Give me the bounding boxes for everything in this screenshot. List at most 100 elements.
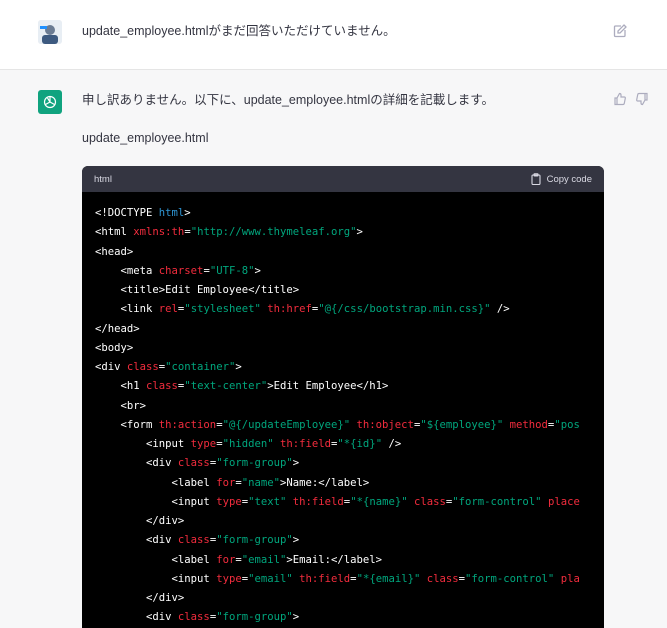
code-token: method [509,418,548,431]
code-token: rel [158,303,178,316]
code-token: "@{/updateEmployee}" [222,418,351,431]
code-token: <div [95,361,127,373]
code-line: <html xmlns:th="http://www.thymeleaf.org… [95,223,591,242]
code-token: place [547,495,580,508]
code-token: xmlns:th [133,226,185,239]
code-token: <input [95,495,217,508]
code-language-label: html [94,173,112,185]
code-token: <head> [95,245,134,258]
code-line: <div class="form-group"> [95,531,591,550]
code-token: <label [95,476,217,489]
code-line: </div> [95,512,591,531]
code-token: class [177,457,210,470]
code-token: >Name:</label> [280,476,370,489]
code-token: <!DOCTYPE [95,207,159,219]
code-token: class [177,611,210,624]
user-message-row: update_employee.htmlがまだ回答いただけていません。 [0,0,667,70]
assistant-message-row: 申し訳ありません。以下に、update_employee.htmlの詳細を記載し… [0,70,667,628]
user-message-text: update_employee.htmlがまだ回答いただけていません。 [82,24,396,38]
code-token: html [158,207,185,219]
code-line: <input type="hidden" th:field="*{id}" /> [95,435,591,454]
code-token: <div [95,534,178,547]
code-token: <div [95,611,178,624]
code-token: > [356,226,363,239]
code-line: <input type="text" th:field="*{name}" cl… [95,493,591,512]
code-line: <label for="email">Email:</label> [95,551,591,570]
code-token: "form-group" [216,611,293,624]
copy-code-button[interactable]: Copy code [530,173,592,185]
code-token: "UTF-8" [209,264,255,277]
code-line: <h1 class="text-center">Edit Employee</h… [95,377,591,396]
code-line: <div class="container"> [95,358,591,377]
code-token: "container" [165,361,236,373]
code-token: type [216,495,242,508]
code-token: th:object [356,418,414,431]
code-content: <!DOCTYPE html> <html xmlns:th="http://ww… [82,192,604,628]
code-line: <input type="email" th:field="*{email}" … [95,570,591,589]
code-token: </head> [95,322,140,335]
code-token: type [216,572,242,585]
user-avatar-icon [38,20,62,44]
code-token: > [292,457,300,470]
code-token: for [216,476,236,489]
code-token: > [254,264,261,277]
code-line: <label for="name">Name:</label> [95,474,591,493]
code-token: </div> [95,592,185,604]
code-token: "*{email}" [356,572,421,585]
assistant-message-text: 申し訳ありません。以下に、update_employee.htmlの詳細を記載し… [82,93,494,107]
code-token: class [426,572,459,585]
thumbs-down-icon[interactable] [635,92,649,106]
file-title: update_employee.html [82,131,209,145]
code-token: <div [95,457,178,470]
code-token: "email" [241,553,287,566]
code-token: <label [95,553,217,566]
clipboard-icon [531,173,541,185]
code-token: <title>Edit Employee</title> [95,284,300,296]
thumbs-up-icon[interactable] [613,92,627,106]
code-line: <head> [95,243,591,262]
code-token: >Email:</label> [286,553,383,566]
code-token: "form-group" [216,457,293,470]
code-token: "hidden" [222,438,274,450]
code-token: "stylesheet" [184,303,261,316]
code-token: "form-control" [465,572,555,585]
code-token: "@{/css/bootstrap.min.css}" [318,303,491,316]
code-token: <br> [95,399,147,412]
code-token: > [292,611,300,624]
code-token: <input [95,438,191,450]
code-token: "text" [248,495,287,508]
code-line: <title>Edit Employee</title> [95,281,591,300]
code-token: "*{id}" [337,438,383,450]
code-token: <link [95,303,159,316]
code-token: <body> [95,341,134,354]
code-line: </head> [95,320,591,339]
code-token: class [146,380,178,393]
code-token: <html [95,226,134,239]
code-line: <link rel="stylesheet" th:href="@{/css/b… [95,300,591,319]
code-token: "pos [554,418,580,431]
code-token: charset [158,264,204,277]
code-line: <div class="form-group"> [95,608,591,627]
code-token: > [235,361,242,373]
code-line: <form th:action="@{/updateEmployee}" th:… [95,416,591,435]
code-token: th:field [280,438,332,450]
code-token: "*{name}" [350,495,408,508]
code-token: "email" [248,572,293,585]
edit-icon[interactable] [612,23,628,39]
code-token: > [292,534,300,547]
code-token: for [216,553,236,566]
code-block: html Copy code <!DOCTYPE html> <html xmln… [82,166,604,628]
code-line: <meta charset="UTF-8"> [95,262,591,281]
code-token: "name" [241,476,280,489]
code-token: th:field [292,495,344,508]
code-line: <!DOCTYPE html> [95,204,591,223]
code-token: class [413,495,446,508]
code-token: "text-center" [184,380,268,393]
code-token: "${employee}" [420,418,504,431]
code-token: > [184,207,191,219]
code-token: th:field [299,572,351,585]
code-token: "form-control" [452,495,542,508]
code-line: <div class="form-group"> [95,454,591,473]
code-token: /> [382,438,402,450]
code-token: class [126,361,159,373]
